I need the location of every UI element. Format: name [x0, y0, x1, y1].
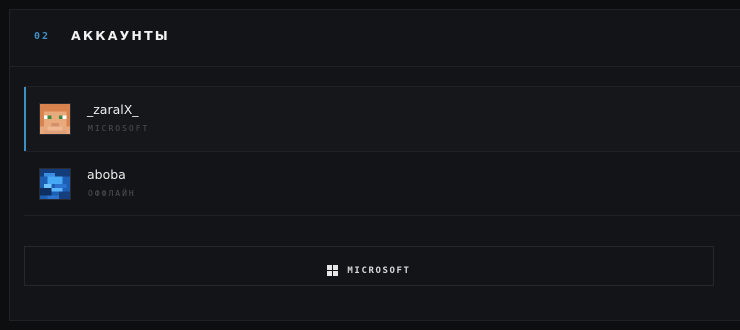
account-item-aboba[interactable]: aboba ОФФЛАЙН	[24, 151, 740, 216]
account-type: MICROSOFT	[88, 124, 150, 133]
add-microsoft-account-button[interactable]: MICROSOFT	[24, 246, 714, 286]
section-number: 02	[34, 31, 51, 42]
avatar-icon	[39, 168, 71, 200]
avatar-icon	[39, 103, 71, 135]
section-header: 02 АККАУНТЫ	[10, 10, 740, 67]
account-name: _zaralX_	[87, 102, 139, 117]
button-label: MICROSOFT	[347, 265, 411, 276]
account-type: ОФФЛАЙН	[88, 189, 136, 198]
account-list: _zaralX_ MICROSOFT aboba ОФФЛАЙН	[24, 86, 740, 216]
account-name: aboba	[87, 167, 126, 182]
windows-logo-icon	[327, 265, 339, 276]
section-title: АККАУНТЫ	[71, 28, 170, 43]
button-content: MICROSOFT	[25, 260, 713, 276]
account-item-zaralx[interactable]: _zaralX_ MICROSOFT	[24, 86, 740, 151]
